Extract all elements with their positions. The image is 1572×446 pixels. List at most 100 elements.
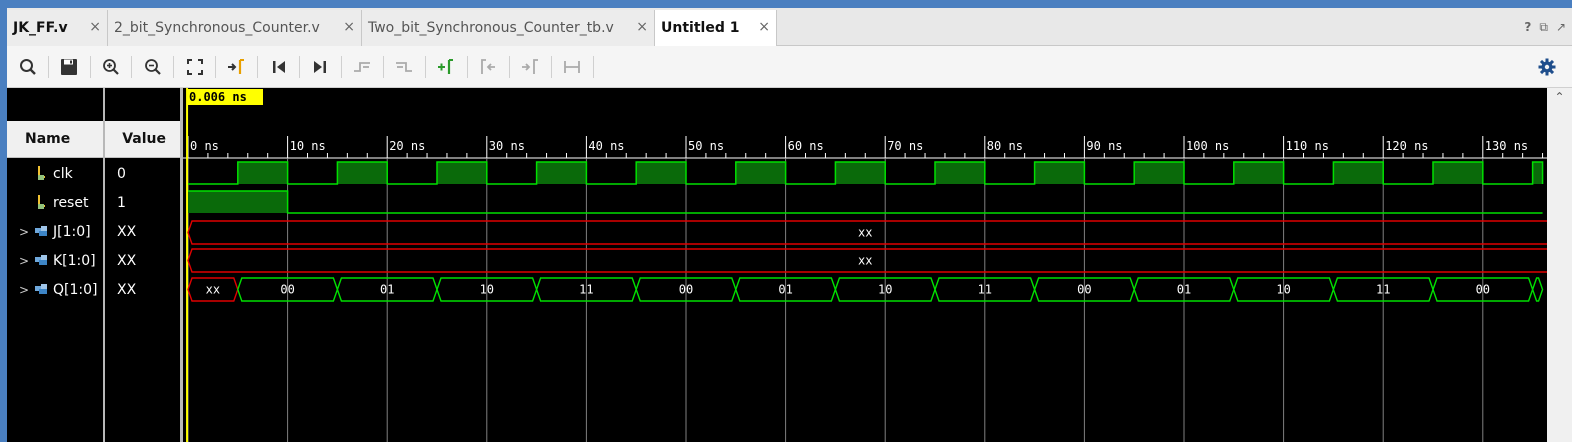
signal-row-k-1-0[interactable]: > K[1:0] XX	[7, 246, 180, 275]
reset-waveform	[188, 190, 1543, 214]
tab-two-bit-synchronous-counter-tb[interactable]: Two_bit_Synchronous_Counter_tb.v ×	[362, 10, 655, 46]
tick-label: 40 ns	[588, 139, 624, 153]
zoom-out-icon[interactable]	[140, 54, 166, 80]
tab-2-bit-synchronous-counter[interactable]: 2_bit_Synchronous_Counter.v ×	[108, 10, 362, 46]
editor-tab-bar: JK_FF.v × 2_bit_Synchronous_Counter.v × …	[7, 8, 1572, 46]
signal-name: K[1:0]	[53, 252, 96, 269]
q-bus-label: 01	[1177, 283, 1191, 297]
signal-name: Q[1:0]	[53, 281, 98, 298]
signal-value: 1	[117, 194, 126, 211]
window-controls: ? ⧉ ↗	[1524, 20, 1566, 35]
tick-label: 60 ns	[788, 139, 824, 153]
go-to-time-zero-icon[interactable]	[266, 54, 292, 80]
zoom-fit-icon[interactable]	[182, 54, 208, 80]
signal-name: clk	[53, 165, 73, 182]
search-icon[interactable]	[15, 54, 41, 80]
previous-marker-icon[interactable]	[475, 54, 501, 80]
q-bus-label: 11	[579, 283, 593, 297]
go-to-cursor-icon[interactable]	[223, 54, 249, 80]
clk-high-pulse	[1134, 162, 1184, 184]
settings-icon[interactable]	[1534, 54, 1560, 80]
add-marker-icon[interactable]	[433, 54, 459, 80]
restore-icon[interactable]: ⧉	[1539, 20, 1548, 35]
bus-icon	[35, 254, 49, 270]
tab-label: 2_bit_Synchronous_Counter.v	[114, 20, 320, 36]
q-bus-label: 11	[978, 283, 992, 297]
clk-high-pulse	[735, 162, 786, 184]
q-bus-label: 10	[1276, 283, 1290, 297]
q-bus-label: xx	[206, 283, 220, 297]
q-bus-label: 01	[778, 283, 792, 297]
signal-icon	[37, 165, 47, 185]
clk-high-pulse	[437, 162, 487, 184]
signal-name: J[1:0]	[53, 223, 91, 240]
signal-icon	[37, 194, 47, 214]
tick-label: 120 ns	[1385, 139, 1428, 153]
q-bus-label: 10	[878, 283, 892, 297]
next-transition-icon[interactable]	[391, 54, 417, 80]
cursor-time-label: 0.006 ns	[189, 90, 247, 104]
signal-row-clk[interactable]: clk 0	[7, 159, 180, 188]
tick-label: 80 ns	[987, 139, 1023, 153]
q-bus-label: 00	[280, 283, 294, 297]
tab-label: Untitled 1	[661, 20, 740, 36]
signal-row-q-1-0[interactable]: > Q[1:0] XX	[7, 275, 180, 304]
previous-transition-icon[interactable]	[349, 54, 375, 80]
swap-cursors-icon[interactable]	[559, 54, 585, 80]
tab-jk-ff[interactable]: JK_FF.v ×	[7, 10, 108, 46]
clk-high-pulse	[337, 162, 388, 184]
chevron-right-icon[interactable]: >	[19, 254, 29, 268]
close-icon[interactable]: ×	[343, 19, 355, 35]
q-bus-label: 00	[679, 283, 693, 297]
scroll-up-icon[interactable]: ⌃	[1551, 90, 1568, 107]
chevron-right-icon[interactable]: >	[19, 225, 29, 239]
go-to-last-time-icon[interactable]	[307, 54, 333, 80]
window-frame-top	[0, 0, 1572, 8]
tab-label: JK_FF.v	[13, 20, 68, 36]
tick-label: 110 ns	[1286, 139, 1329, 153]
waveform-toolbar	[7, 46, 1572, 88]
tab-untitled-1[interactable]: Untitled 1 ×	[655, 10, 777, 46]
vertical-scrollbar[interactable]: ⌃	[1547, 88, 1572, 442]
waveform-area[interactable]: 0 ns 10 ns 20 ns 30 ns 40 ns 50 ns 60 ns 70 ns 8…	[183, 88, 1564, 442]
reset-high-pulse	[188, 191, 288, 213]
zoom-in-icon[interactable]	[98, 54, 124, 80]
bus-icon	[35, 225, 49, 241]
q-bus-label: 01	[380, 283, 394, 297]
close-icon[interactable]: ×	[758, 19, 770, 35]
tick-label: 130 ns	[1485, 139, 1528, 153]
signal-row-j-1-0[interactable]: > J[1:0] XX	[7, 217, 180, 246]
j-bus-label: xx	[858, 226, 872, 240]
close-icon[interactable]: ×	[89, 19, 101, 35]
q-bus-label: 11	[1376, 283, 1390, 297]
signal-row-reset[interactable]: reset 1	[7, 188, 180, 217]
tab-label: Two_bit_Synchronous_Counter_tb.v	[368, 20, 614, 36]
signal-value: XX	[117, 252, 137, 269]
tick-label: 90 ns	[1086, 139, 1122, 153]
window-frame-left	[0, 8, 7, 442]
value-column-header[interactable]: Value	[105, 121, 180, 158]
clk-high-pulse	[1034, 162, 1085, 184]
tick-label: 70 ns	[887, 139, 923, 153]
waveform-canvas[interactable]: 0 ns 10 ns 20 ns 30 ns 40 ns 50 ns 60 ns 70 ns 8…	[183, 88, 1564, 442]
tick-label: 50 ns	[688, 139, 724, 153]
clk-high-pulse	[1233, 162, 1284, 184]
save-icon[interactable]	[56, 54, 82, 80]
q-bus-label: 00	[1476, 283, 1490, 297]
clk-high-pulse	[935, 162, 985, 184]
clk-high-pulse	[1532, 162, 1543, 184]
maximize-icon[interactable]: ↗	[1556, 20, 1566, 35]
clk-high-pulse	[636, 162, 686, 184]
q-bus-label: 10	[480, 283, 494, 297]
chevron-right-icon[interactable]: >	[19, 283, 29, 297]
help-icon[interactable]: ?	[1524, 20, 1531, 35]
bus-icon	[35, 283, 49, 299]
next-marker-icon[interactable]	[517, 54, 543, 80]
clk-high-pulse	[1333, 162, 1384, 184]
close-icon[interactable]: ×	[636, 19, 648, 35]
name-column-header[interactable]: Name	[7, 121, 103, 158]
signal-value: XX	[117, 281, 137, 298]
tick-label: 100 ns	[1186, 139, 1229, 153]
q-bus-segment	[1531, 277, 1544, 302]
clk-high-pulse	[536, 162, 587, 184]
